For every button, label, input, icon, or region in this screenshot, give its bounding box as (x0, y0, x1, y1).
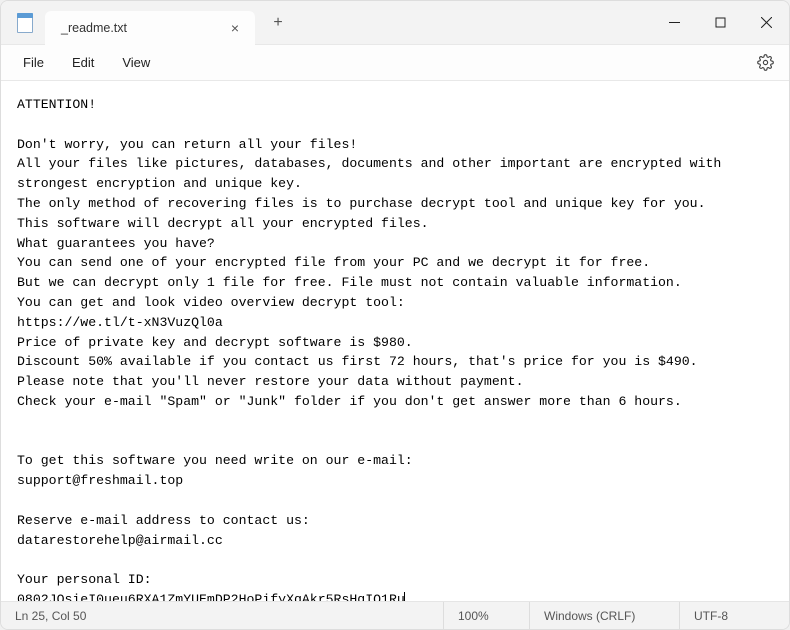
text-editor-area[interactable]: ATTENTION! Don't worry, you can return a… (1, 81, 789, 601)
tab-title: _readme.txt (61, 21, 219, 35)
titlebar: _readme.txt × + (1, 1, 789, 45)
maximize-button[interactable] (697, 1, 743, 45)
new-tab-button[interactable]: + (263, 8, 293, 38)
window-controls (651, 1, 789, 45)
menu-file[interactable]: File (9, 49, 58, 76)
statusbar: Ln 25, Col 50 100% Windows (CRLF) UTF-8 (1, 601, 789, 629)
tab-readme[interactable]: _readme.txt × (45, 11, 255, 45)
settings-button[interactable] (749, 47, 781, 79)
status-line-ending: Windows (CRLF) (529, 602, 679, 629)
minimize-button[interactable] (651, 1, 697, 45)
status-position: Ln 25, Col 50 (1, 602, 443, 629)
close-tab-icon[interactable]: × (227, 20, 243, 36)
menubar: File Edit View (1, 45, 789, 81)
menu-edit[interactable]: Edit (58, 49, 108, 76)
text-cursor (404, 592, 405, 601)
notepad-app-icon (15, 11, 35, 35)
notepad-window: _readme.txt × + File Edit View (0, 0, 790, 630)
close-button[interactable] (743, 1, 789, 45)
menu-view[interactable]: View (108, 49, 164, 76)
document-text: ATTENTION! Don't worry, you can return a… (17, 97, 729, 601)
status-zoom[interactable]: 100% (443, 602, 529, 629)
status-encoding: UTF-8 (679, 602, 789, 629)
